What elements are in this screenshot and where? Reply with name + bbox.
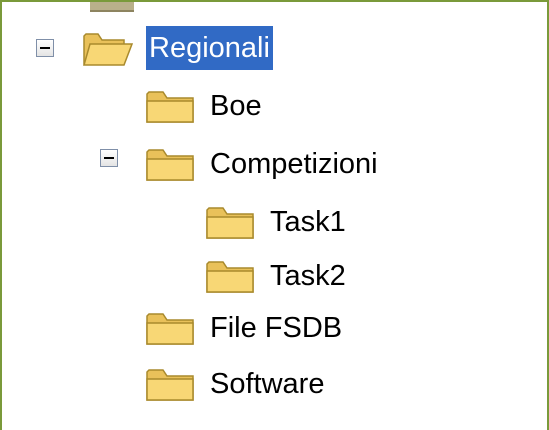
folder-icon — [206, 207, 254, 239]
tree-view: Regionali Boe Competizioni Task1 Task2 F… — [0, 0, 549, 430]
folder-icon — [206, 261, 254, 293]
tree-node-label[interactable]: Competizioni — [207, 142, 381, 186]
collapse-button-regionali[interactable] — [36, 39, 54, 57]
collapse-button-competizioni[interactable] — [100, 149, 118, 167]
tree-node-label[interactable]: Task2 — [267, 254, 349, 298]
tree-node-label[interactable]: File FSDB — [207, 306, 345, 350]
tree-node-label[interactable]: Task1 — [267, 200, 349, 244]
folder-icon — [146, 369, 194, 401]
folder-icon — [146, 91, 194, 123]
partial-folder-icon — [90, 2, 134, 12]
tree-node-label[interactable]: Software — [207, 362, 327, 406]
tree-node-label[interactable]: Boe — [207, 84, 265, 128]
folder-icon — [146, 149, 194, 181]
folder-open-icon — [83, 33, 134, 66]
tree-node-label[interactable]: Regionali — [146, 26, 273, 70]
folder-icon — [146, 313, 194, 345]
